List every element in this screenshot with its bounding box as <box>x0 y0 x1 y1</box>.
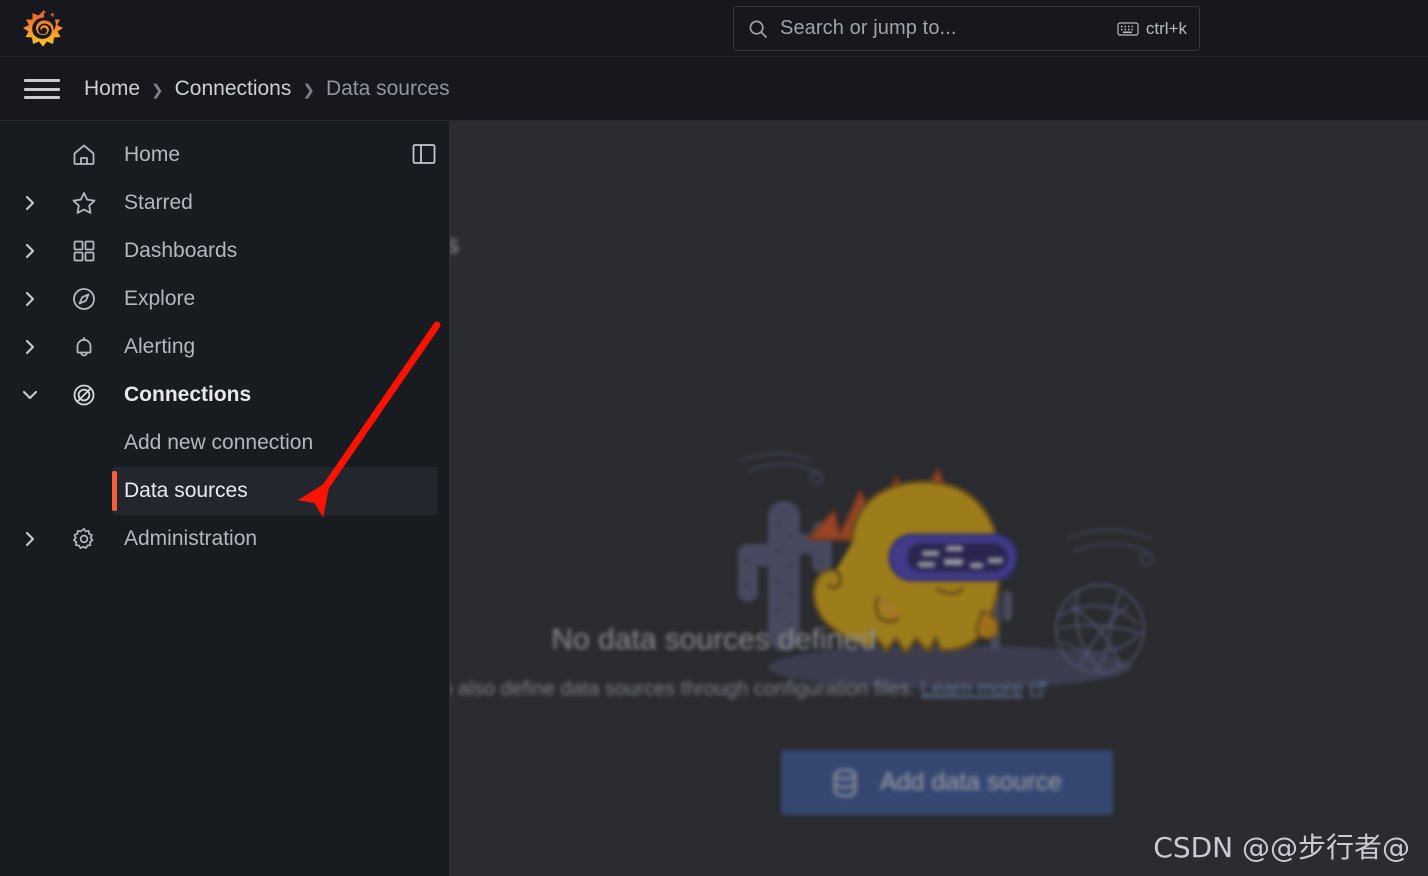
sidebar-item-connections[interactable]: Connections <box>0 371 450 419</box>
compass-icon <box>70 285 98 313</box>
dashboards-grid-icon <box>70 237 98 265</box>
keyboard-icon <box>1117 21 1139 37</box>
active-indicator-bar <box>112 471 117 511</box>
home-icon <box>70 141 98 169</box>
sidebar-item-alerting[interactable]: Alerting <box>0 323 450 371</box>
sidebar-item-administration-label: Administration <box>124 527 258 550</box>
sidebar-item-data-sources[interactable]: Data sources <box>112 467 438 515</box>
chevron-right-icon[interactable] <box>18 335 42 359</box>
chevron-right-icon: ❯ <box>302 81 315 99</box>
chevron-right-icon[interactable] <box>18 239 42 263</box>
search-input[interactable]: Search or jump to... ctrl+k <box>733 6 1200 51</box>
external-link-icon <box>1029 680 1047 704</box>
sidebar-item-explore[interactable]: Explore <box>0 275 450 323</box>
sidebar-item-alerting-label: Alerting <box>124 335 196 358</box>
chevron-right-icon: ❯ <box>151 81 164 99</box>
database-icon <box>832 768 858 798</box>
breadcrumb: Home ❯ Connections ❯ Data sources <box>84 57 450 121</box>
chevron-down-icon[interactable] <box>18 383 42 407</box>
grafana-app-window: Search or jump to... ctrl+k Home ❯ Conne… <box>0 0 1428 876</box>
empty-state-description-text: You can also define data sources through… <box>381 678 916 700</box>
sidebar-item-administration[interactable]: Administration <box>0 515 450 563</box>
breadcrumb-bar: Home ❯ Connections ❯ Data sources <box>0 57 1428 121</box>
sidebar-item-dashboards[interactable]: Dashboards <box>0 227 450 275</box>
connections-icon <box>70 381 98 409</box>
hamburger-menu-icon[interactable] <box>24 77 60 101</box>
breadcrumb-item-connections[interactable]: Connections <box>175 77 292 101</box>
chevron-right-icon[interactable] <box>18 191 42 215</box>
mega-menu-sidebar: Home Starred Dashboards Explore Alerting… <box>0 121 450 876</box>
sidebar-item-explore-label: Explore <box>124 287 196 310</box>
sidebar-item-add-new-connection[interactable]: Add new connection <box>112 419 438 467</box>
top-bar: Search or jump to... ctrl+k <box>0 0 1428 57</box>
sidebar-nav-list: Home Starred Dashboards Explore Alerting… <box>0 131 450 563</box>
sidebar-item-connections-label: Connections <box>124 383 252 406</box>
grafana-mascot-desert-illustration <box>700 439 1200 719</box>
sidebar-item-starred[interactable]: Starred <box>0 179 450 227</box>
search-placeholder: Search or jump to... <box>780 17 957 39</box>
sidebar-item-starred-label: Starred <box>124 191 193 214</box>
search-icon <box>748 19 768 39</box>
add-data-source-label: Add data source <box>879 768 1063 796</box>
learn-more-label: Learn more <box>920 678 1023 700</box>
sidebar-item-home-label: Home <box>124 143 181 166</box>
breadcrumb-item-data-sources[interactable]: Data sources <box>326 77 450 101</box>
gear-icon <box>70 525 98 553</box>
bell-icon <box>70 333 98 361</box>
breadcrumb-item-home[interactable]: Home <box>84 77 140 101</box>
csdn-watermark: CSDN @@步行者@ <box>1153 831 1410 864</box>
star-icon <box>70 189 98 217</box>
sidebar-item-add-new-connection-label: Add new connection <box>124 431 314 454</box>
sidebar-item-data-sources-label: Data sources <box>124 479 248 502</box>
learn-more-link[interactable]: Learn more <box>921 678 1023 700</box>
grafana-logo-icon[interactable] <box>22 8 66 50</box>
sidebar-item-home[interactable]: Home <box>0 131 450 179</box>
chevron-right-icon[interactable] <box>18 287 42 311</box>
add-data-source-button[interactable]: Add data source <box>781 750 1113 815</box>
chevron-right-icon[interactable] <box>18 527 42 551</box>
search-shortcut: ctrl+k <box>1117 19 1187 39</box>
search-shortcut-label: ctrl+k <box>1145 18 1187 38</box>
sidebar-item-dashboards-label: Dashboards <box>124 239 238 262</box>
